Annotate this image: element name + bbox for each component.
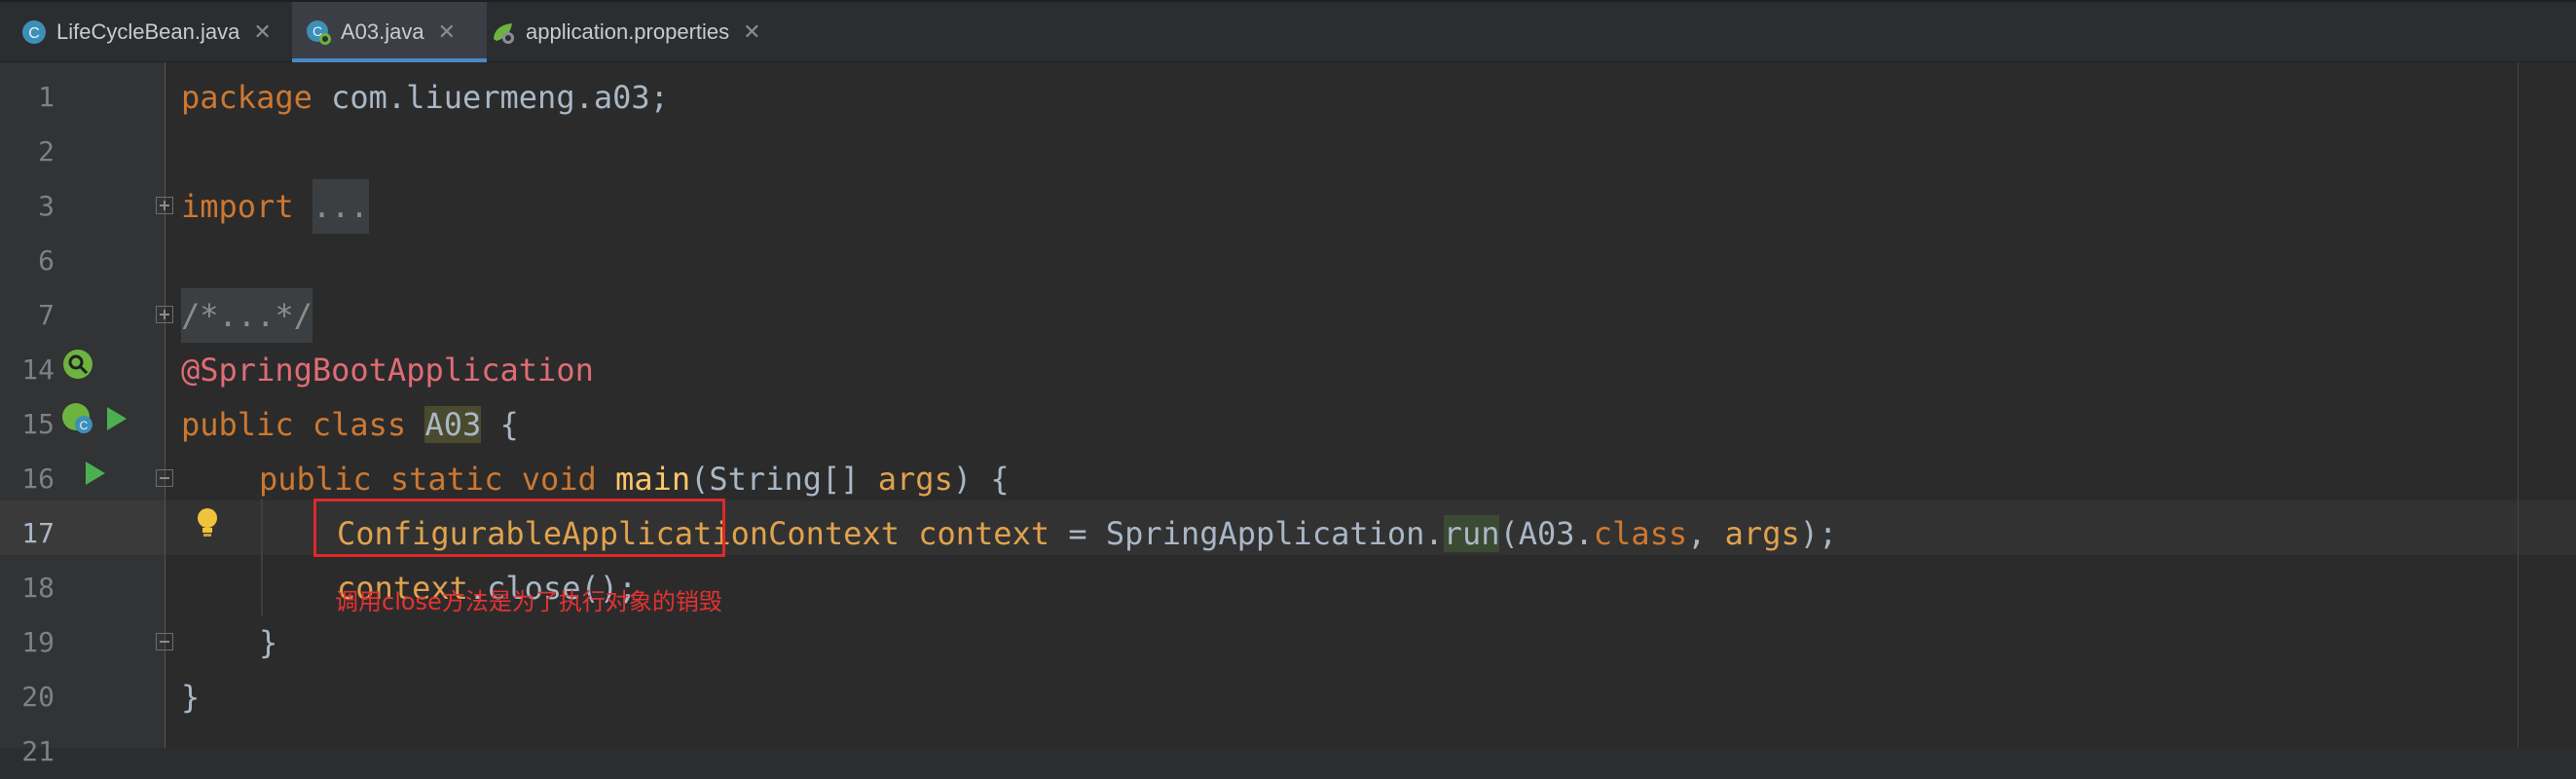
keyword: package bbox=[181, 79, 313, 116]
code-line-1: package com.liuermeng.a03; bbox=[181, 70, 669, 125]
parameter: args bbox=[877, 461, 953, 498]
folded-imports[interactable]: ... bbox=[312, 179, 369, 234]
lightbulb-icon[interactable] bbox=[193, 504, 222, 543]
keyword: void bbox=[521, 461, 597, 498]
code-line-14: @SpringBootApplication bbox=[181, 343, 594, 397]
tab-a03[interactable]: C A03.java ✕ bbox=[292, 2, 487, 63]
run-class-icon[interactable] bbox=[107, 407, 127, 430]
line-number: 18 bbox=[21, 572, 55, 604]
close-icon[interactable]: ✕ bbox=[438, 19, 456, 45]
code-line-3: import ... bbox=[181, 179, 369, 234]
fold-expand-icon[interactable] bbox=[156, 306, 173, 323]
spring-config-icon[interactable]: C bbox=[60, 401, 95, 436]
code-text: = SpringApplication. bbox=[1049, 515, 1444, 552]
fold-expand-icon[interactable] bbox=[156, 197, 173, 214]
code-text: ) { bbox=[952, 461, 1010, 498]
close-icon[interactable]: ✕ bbox=[253, 19, 271, 45]
folded-comment[interactable]: /*...*/ bbox=[181, 288, 313, 343]
code-editor[interactable]: 1 2 3 6 7 14 15 16 17 18 19 20 21 C pack… bbox=[0, 62, 2576, 767]
code-text: (String[] bbox=[690, 461, 878, 498]
close-icon[interactable]: ✕ bbox=[743, 19, 760, 45]
code-line-7: /*...*/ bbox=[181, 288, 313, 343]
line-number: 20 bbox=[21, 681, 55, 713]
line-number: 2 bbox=[38, 135, 55, 167]
keyword: import bbox=[181, 188, 294, 225]
line-number: 6 bbox=[38, 244, 55, 277]
code-text: { bbox=[481, 406, 519, 443]
annotation-note: 调用close方法是为了执行对象的销毁 bbox=[335, 588, 722, 615]
highlight-box bbox=[313, 499, 725, 557]
line-number: 14 bbox=[21, 353, 55, 386]
method-call: run bbox=[1443, 515, 1500, 552]
tab-label: application.properties bbox=[526, 19, 730, 44]
code-text: } bbox=[181, 679, 201, 716]
keyword: static bbox=[389, 461, 503, 498]
line-number: 3 bbox=[38, 190, 55, 222]
code-text: } bbox=[259, 624, 278, 661]
fold-collapse-icon[interactable] bbox=[156, 633, 173, 650]
right-margin-guide bbox=[2518, 62, 2519, 748]
tab-application-properties[interactable]: application.properties ✕ bbox=[487, 2, 802, 62]
parameter: args bbox=[1724, 515, 1800, 552]
indent-guide bbox=[261, 499, 263, 615]
code-line-19: } bbox=[259, 615, 277, 670]
code-line-20: } bbox=[181, 670, 200, 724]
code-line-15: public class A03 { bbox=[181, 397, 519, 452]
line-number: 19 bbox=[21, 626, 55, 658]
keyword: public bbox=[259, 461, 372, 498]
line-number: 1 bbox=[38, 81, 55, 113]
editor-tab-bar: C LifeCycleBean.java ✕ C A03.java ✕ appl… bbox=[0, 0, 2576, 63]
spring-class-icon: C bbox=[307, 20, 331, 45]
run-main-icon[interactable] bbox=[86, 462, 105, 485]
spring-bean-icon[interactable] bbox=[60, 347, 95, 382]
line-number: 17 bbox=[21, 517, 55, 549]
variable: context bbox=[918, 515, 1050, 552]
keyword: class bbox=[312, 406, 407, 443]
svg-text:C: C bbox=[80, 419, 89, 432]
class-name: A03 bbox=[424, 406, 482, 443]
tab-label: A03.java bbox=[341, 19, 424, 44]
fold-collapse-icon[interactable] bbox=[156, 469, 173, 487]
keyword: public bbox=[181, 406, 294, 443]
tab-label: LifeCycleBean.java bbox=[56, 19, 240, 44]
line-number: 15 bbox=[21, 408, 55, 440]
spring-properties-icon bbox=[494, 23, 514, 44]
svg-text:C: C bbox=[28, 25, 40, 42]
keyword: class bbox=[1593, 515, 1688, 552]
tab-lifecyclebean[interactable]: C LifeCycleBean.java ✕ bbox=[12, 2, 292, 62]
annotation: @SpringBootApplication bbox=[181, 352, 594, 389]
code-text: (A03. bbox=[1499, 515, 1594, 552]
line-number: 7 bbox=[38, 299, 55, 331]
code-text: , bbox=[1687, 515, 1725, 552]
java-class-icon: C bbox=[22, 20, 46, 44]
method-name: main bbox=[615, 461, 691, 498]
code-text: com.liuermeng.a03; bbox=[312, 79, 669, 116]
code-text: ); bbox=[1799, 515, 1838, 552]
line-number: 16 bbox=[21, 463, 55, 495]
line-number: 21 bbox=[21, 735, 55, 767]
